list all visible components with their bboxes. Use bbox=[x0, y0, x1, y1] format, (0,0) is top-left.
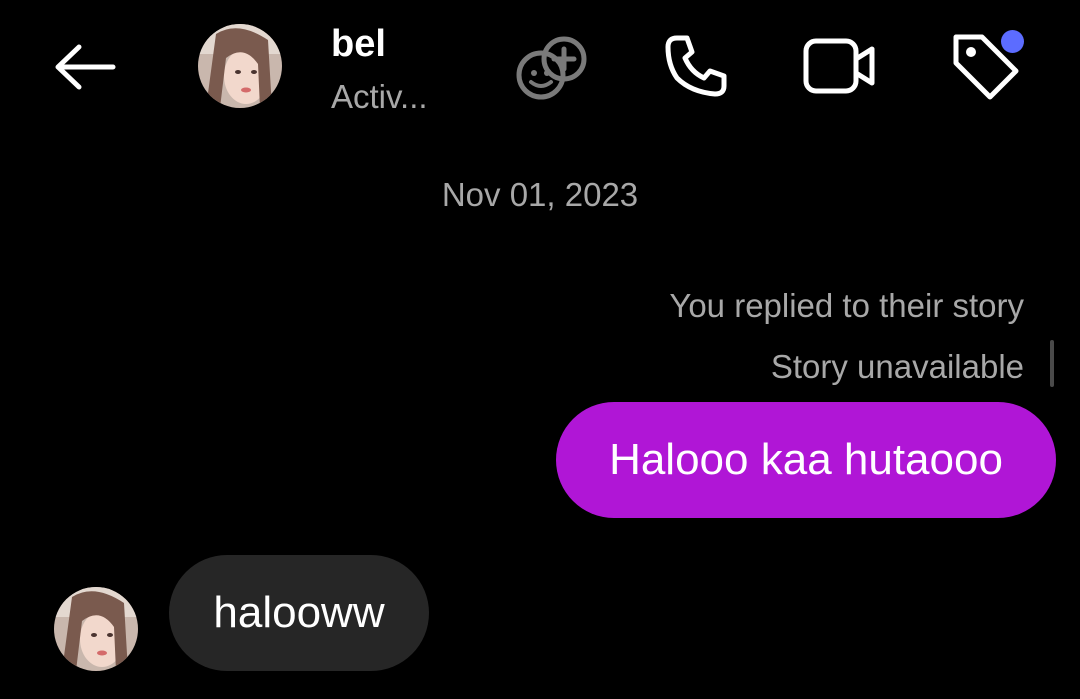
story-reply-bar bbox=[1050, 340, 1054, 387]
back-button[interactable] bbox=[44, 32, 124, 102]
contact-name[interactable]: bel bbox=[331, 22, 386, 66]
voice-call-button[interactable] bbox=[656, 28, 736, 104]
contact-avatar[interactable] bbox=[198, 24, 282, 108]
story-unavailable-label: Story unavailable bbox=[770, 348, 1024, 385]
date-separator: Nov 01, 2023 bbox=[441, 176, 639, 213]
video-call-button[interactable] bbox=[798, 28, 882, 104]
add-effect-face-icon bbox=[516, 36, 587, 100]
notification-dot bbox=[1001, 30, 1024, 53]
incoming-message[interactable]: halooww bbox=[169, 555, 429, 671]
sender-avatar[interactable] bbox=[54, 587, 138, 671]
phone-icon bbox=[665, 35, 727, 97]
incoming-message-text: halooww bbox=[213, 588, 385, 637]
profile-photo bbox=[54, 587, 138, 671]
outgoing-message-text: Halooo kaa hutaooo bbox=[609, 435, 1003, 484]
contact-status: Activ... bbox=[331, 78, 428, 115]
video-camera-icon bbox=[803, 38, 875, 94]
arrow-left-icon bbox=[55, 44, 116, 90]
effects-button[interactable] bbox=[508, 30, 594, 106]
outgoing-message[interactable]: Halooo kaa hutaooo bbox=[556, 402, 1056, 518]
profile-photo bbox=[198, 24, 282, 108]
story-reply-label: You replied to their story bbox=[669, 287, 1024, 324]
